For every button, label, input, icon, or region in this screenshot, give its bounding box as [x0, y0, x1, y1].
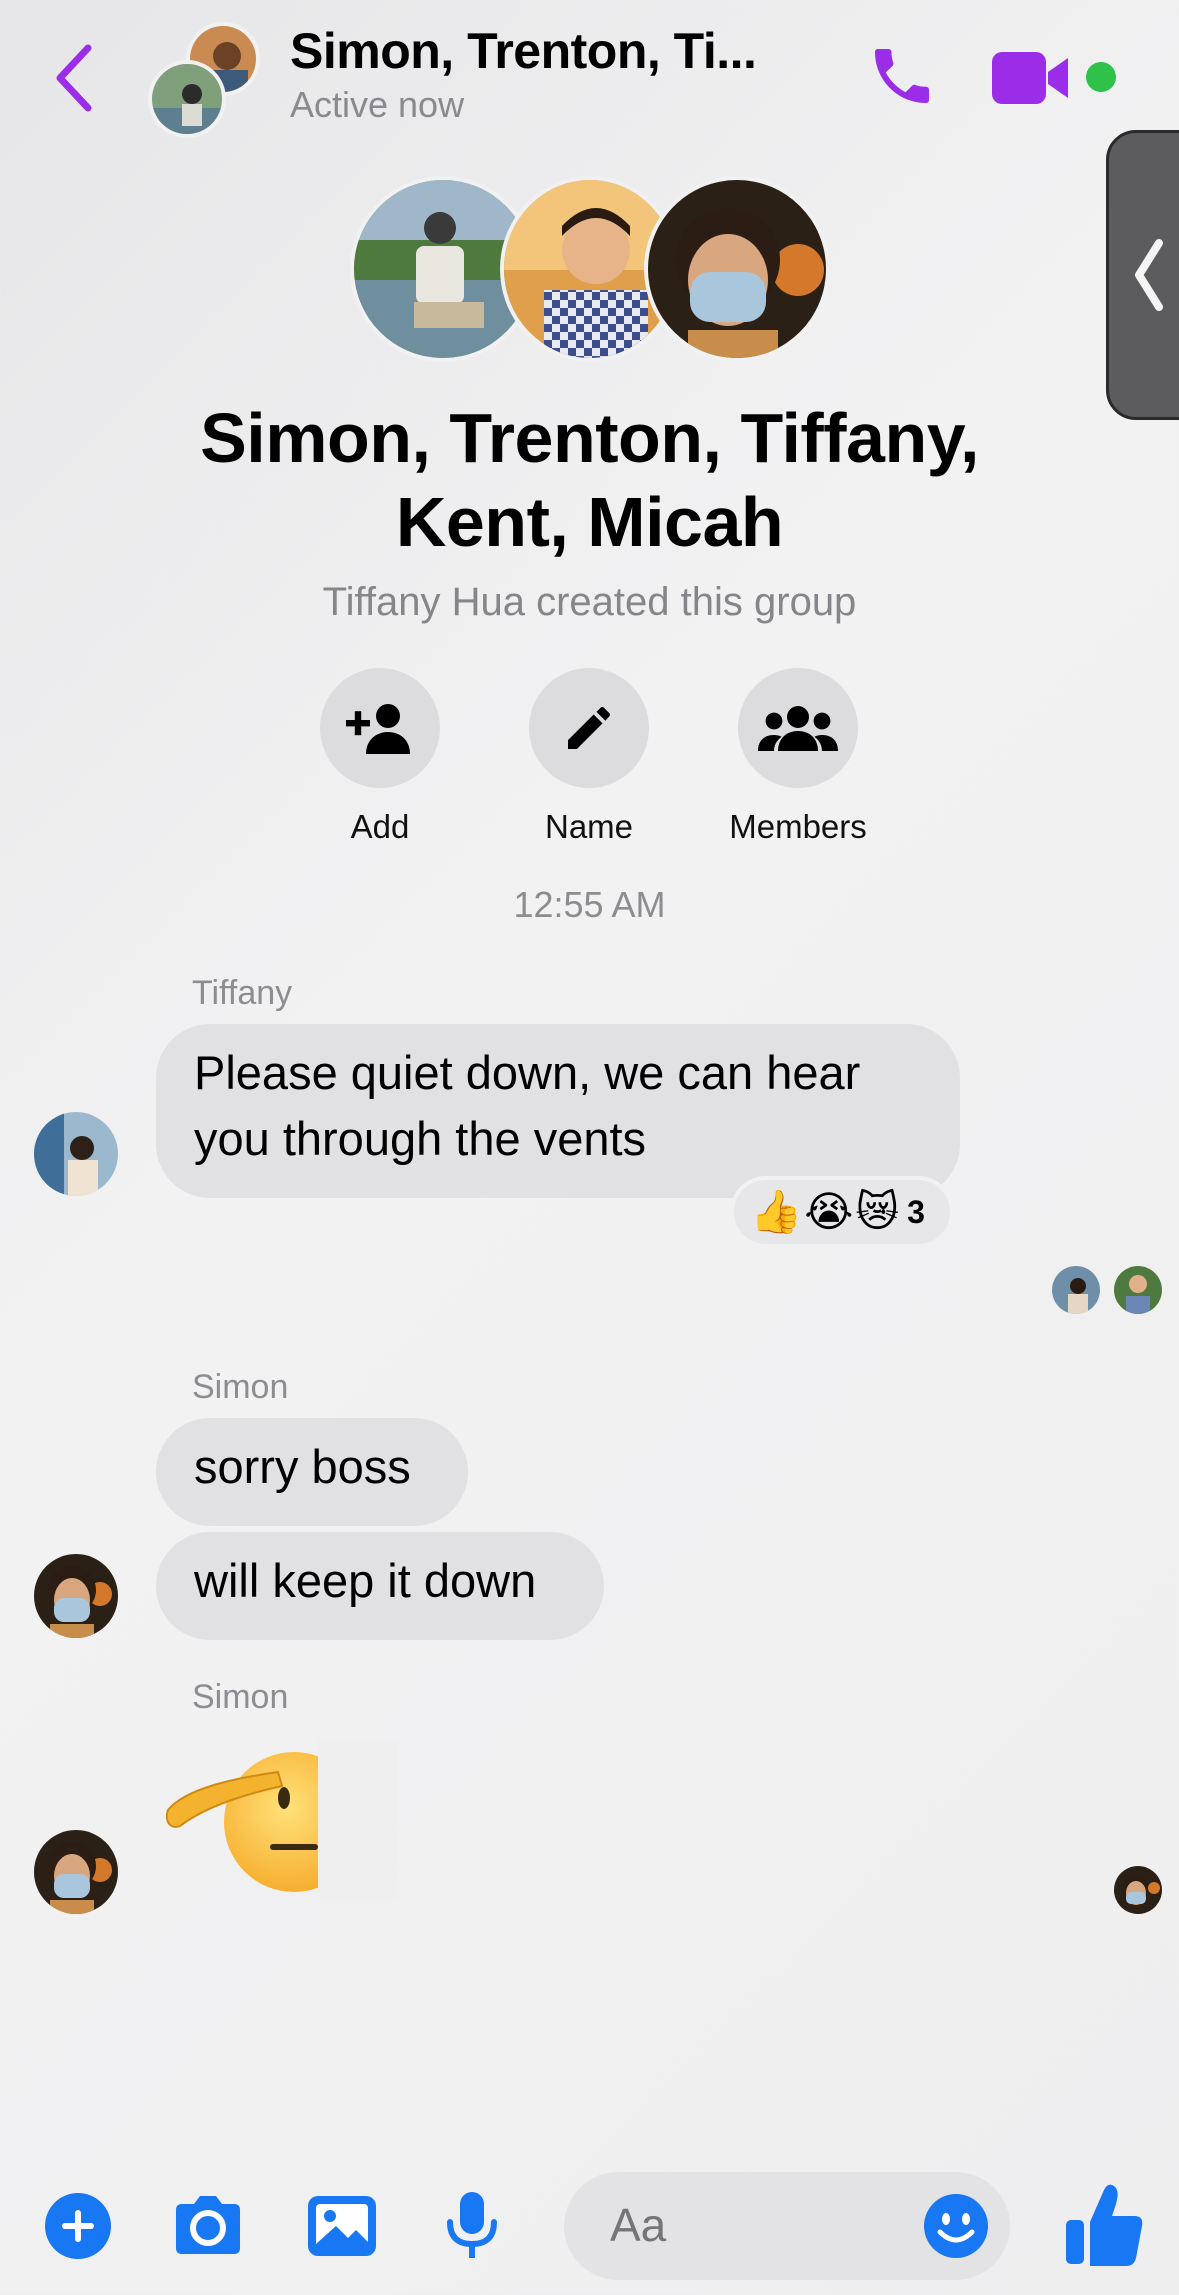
add-people-button[interactable]: Add [280, 668, 480, 846]
chevron-left-icon [1135, 239, 1163, 311]
gallery-button[interactable] [304, 2188, 380, 2264]
message-text-line-2: you through the vents [194, 1112, 647, 1165]
message-reactions[interactable]: 👍 😭 😿 3 [730, 1176, 954, 1248]
group-name-line-1: Simon, Trenton, Tiffany, [200, 399, 979, 477]
online-indicator [1086, 62, 1116, 92]
add-circle [320, 668, 440, 788]
read-receipt-avatar [1052, 1266, 1100, 1314]
phone-icon [875, 49, 929, 103]
message-text: will keep it down [194, 1554, 537, 1607]
back-button[interactable] [48, 38, 108, 118]
crying-reaction: 😭 [804, 1187, 854, 1236]
emoji-clip-guard [152, 1748, 322, 1898]
members-label: Members [729, 808, 867, 845]
message-bubble[interactable]: will keep it down [156, 1532, 604, 1640]
message-timestamp: 12:55 AM [513, 884, 666, 925]
like-button[interactable] [1064, 2180, 1144, 2270]
message-bubble[interactable]: sorry boss [156, 1418, 468, 1526]
message-bubble[interactable]: Please quiet down, we can hear you throu… [156, 1024, 960, 1198]
emoji-crop-mask [318, 1740, 398, 1900]
conversation-title[interactable]: Simon, Trenton, Ti... [290, 22, 757, 80]
members-circle [738, 668, 858, 788]
thumbs-up-icon [1066, 2184, 1143, 2266]
side-panel-handle[interactable] [1106, 130, 1179, 420]
members-button[interactable]: Members [698, 668, 898, 846]
avatar [644, 176, 830, 362]
message-input[interactable] [610, 2198, 930, 2252]
emoji-icon [924, 2194, 988, 2258]
voice-message-button[interactable] [434, 2188, 510, 2264]
chevron-left-icon [56, 44, 92, 112]
video-camera-icon [992, 52, 1068, 104]
group-avatars [350, 176, 830, 362]
avatar[interactable] [34, 1112, 118, 1196]
members-icon [758, 706, 838, 751]
microphone-icon [447, 2192, 497, 2258]
add-person-icon [346, 704, 410, 754]
sender-name: Tiffany [192, 974, 293, 1012]
group-created-note: Tiffany Hua created this group [322, 580, 857, 624]
name-group-button[interactable]: Name [489, 668, 689, 846]
crying-cat-reaction: 😿 [855, 1187, 900, 1236]
group-name-line-2: Kent, Micah [395, 483, 784, 561]
sender-name: Simon [192, 1678, 289, 1716]
name-circle [529, 668, 649, 788]
message-text: sorry boss [194, 1440, 411, 1493]
avatar[interactable] [34, 1554, 118, 1638]
header-group-avatar[interactable] [148, 22, 260, 138]
reaction-count: 3 [907, 1193, 925, 1230]
read-receipt-avatar [1114, 1866, 1162, 1914]
read-receipt-avatar [1114, 1266, 1162, 1314]
pencil-icon [568, 707, 610, 749]
more-actions-button[interactable] [40, 2188, 116, 2264]
message-text-line-1: Please quiet down, we can hear [194, 1046, 861, 1099]
avatar [148, 60, 226, 138]
name-label: Name [544, 808, 634, 845]
active-status: Active now [290, 84, 465, 125]
avatar[interactable] [34, 1830, 118, 1914]
voice-call-button[interactable] [866, 40, 938, 112]
group-name: Simon, Trenton, Tiffany, Kent, Micah [60, 396, 1119, 564]
camera-icon [176, 2196, 240, 2254]
emoji-button[interactable] [922, 2192, 990, 2260]
sender-name: Simon [192, 1368, 289, 1406]
plus-icon [45, 2193, 111, 2259]
thumbs-up-reaction: 👍 [750, 1187, 803, 1236]
message-composer[interactable] [564, 2172, 1010, 2280]
photo-icon [308, 2196, 376, 2256]
add-label: Add [350, 808, 410, 845]
camera-button[interactable] [170, 2188, 246, 2264]
video-call-button[interactable] [990, 50, 1070, 106]
